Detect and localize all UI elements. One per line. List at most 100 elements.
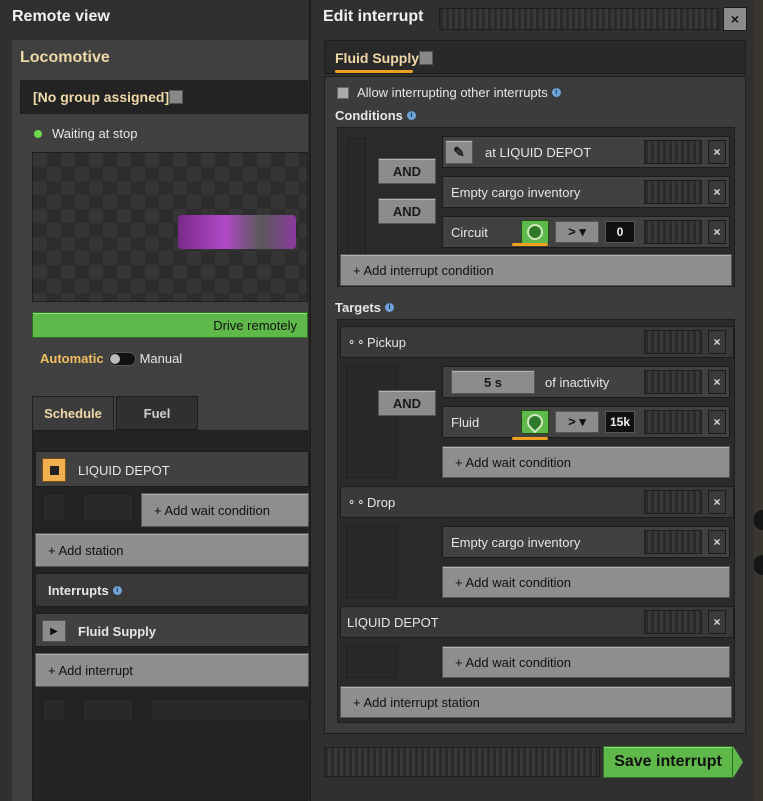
empty-slot: [348, 138, 366, 268]
and-button[interactable]: AND: [378, 390, 436, 416]
locomotive-panel: Locomotive [No group assigned] Waiting a…: [12, 40, 309, 801]
condition-text: of inactivity: [545, 374, 610, 390]
empty-slot: [83, 699, 133, 721]
empty-slot: [43, 493, 65, 521]
drag-handle[interactable]: [644, 370, 702, 394]
drag-handle[interactable]: [439, 8, 719, 30]
drag-handle[interactable]: [644, 410, 702, 434]
add-interrupt-station-button[interactable]: + Add interrupt station: [340, 686, 732, 718]
save-arrow-icon: [733, 746, 743, 778]
pencil-icon[interactable]: ✎: [445, 140, 473, 164]
info-icon: i: [406, 111, 416, 120]
empty-slot: [151, 699, 309, 721]
drag-handle[interactable]: [644, 530, 702, 554]
map-marker: [753, 510, 763, 530]
locomotive-image: [178, 215, 296, 249]
add-wait-condition-button[interactable]: + Add wait condition: [442, 566, 730, 598]
comparator-select[interactable]: > ▾: [555, 411, 599, 433]
close-icon[interactable]: ×: [708, 180, 726, 204]
group-bar: [No group assigned]: [20, 80, 308, 114]
conditions-header: Conditions i: [335, 108, 416, 123]
drag-handle[interactable]: [644, 140, 702, 164]
edit-group-icon[interactable]: [169, 90, 183, 104]
mode-toggle[interactable]: [107, 351, 136, 366]
close-icon[interactable]: ×: [708, 610, 726, 634]
add-interrupt-button[interactable]: + Add interrupt: [35, 653, 309, 687]
tab-fuel[interactable]: Fuel: [116, 396, 198, 430]
edit-name-icon[interactable]: [419, 51, 433, 65]
status-text: Waiting at stop: [52, 126, 138, 141]
drag-handle[interactable]: [644, 610, 702, 634]
status-row: Waiting at stop: [34, 126, 138, 141]
group-label: [No group assigned]: [33, 89, 170, 105]
drag-handle[interactable]: [644, 330, 702, 354]
drag-handle[interactable]: [644, 220, 702, 244]
circuit-signal-icon: [527, 224, 543, 240]
highlight-underline: [512, 437, 548, 440]
drag-handle[interactable]: [644, 180, 702, 204]
value-input[interactable]: 15k: [605, 411, 635, 433]
signal-slot[interactable]: [521, 220, 549, 244]
highlight-underline: [335, 70, 413, 73]
interrupt-body: Allow interrupting other interrupts i Co…: [324, 76, 746, 734]
fluid-signal-icon: [523, 410, 547, 434]
footer-drag-handle[interactable]: [324, 747, 600, 777]
add-station-button[interactable]: + Add station: [35, 533, 309, 567]
tab-schedule[interactable]: Schedule: [32, 396, 114, 430]
add-interrupt-condition-button[interactable]: + Add interrupt condition: [340, 254, 732, 286]
mode-automatic-label: Automatic: [40, 351, 104, 366]
window-title: Remote view: [12, 8, 110, 25]
value-input[interactable]: 0: [605, 221, 635, 243]
save-interrupt-button[interactable]: Save interrupt: [603, 746, 733, 778]
close-icon[interactable]: ×: [708, 410, 726, 434]
add-wait-condition-button[interactable]: + Add wait condition: [442, 446, 730, 478]
empty-slot: [83, 493, 133, 521]
info-icon: i: [112, 585, 122, 595]
allow-interrupting-row[interactable]: Allow interrupting other interrupts i: [337, 85, 561, 100]
and-button[interactable]: AND: [378, 158, 436, 184]
remote-view-window: Remote view Locomotive [No group assigne…: [0, 0, 330, 801]
condition-text: at LIQUID DEPOT: [485, 144, 592, 160]
close-icon[interactable]: ×: [708, 220, 726, 244]
close-icon[interactable]: ×: [708, 330, 726, 354]
station-row[interactable]: LIQUID DEPOT: [35, 451, 309, 487]
close-icon[interactable]: ×: [723, 7, 747, 31]
highlight-underline: [512, 243, 548, 246]
mode-manual-label: Manual: [139, 351, 183, 366]
target-name: LIQUID DEPOT: [347, 615, 439, 630]
temporary-station-icon: ⚬⚬: [347, 337, 366, 349]
allow-interrupting-label: Allow interrupting other interrupts: [357, 85, 548, 100]
close-icon[interactable]: ×: [708, 370, 726, 394]
close-icon[interactable]: ×: [708, 490, 726, 514]
status-dot-icon: [34, 129, 42, 138]
targets-header: Targets i: [335, 300, 394, 315]
camera-view[interactable]: [32, 152, 308, 302]
interrupts-label: Interrupts: [48, 582, 109, 598]
target-name: Drop: [367, 495, 396, 510]
schedule-list: LIQUID DEPOT + Add wait condition + Add …: [32, 430, 309, 801]
info-icon: i: [551, 88, 561, 97]
allow-interrupting-checkbox[interactable]: [337, 86, 349, 99]
drag-handle[interactable]: [644, 490, 702, 514]
add-wait-condition-button[interactable]: + Add wait condition: [141, 493, 309, 527]
and-button[interactable]: AND: [378, 198, 436, 224]
add-wait-condition-button[interactable]: + Add wait condition: [442, 646, 730, 678]
station-stop-icon[interactable]: [42, 458, 66, 482]
targets-card: ⚬⚬ Pickup × AND 5 s of inactivity Fluid …: [337, 319, 735, 723]
empty-slot: [346, 526, 396, 598]
close-icon[interactable]: ×: [708, 530, 726, 554]
comparator-select[interactable]: > ▾: [555, 221, 599, 243]
inactivity-value[interactable]: 5 s: [451, 370, 535, 394]
interrupt-name: Fluid Supply: [78, 624, 156, 639]
empty-slot: [346, 646, 396, 678]
interrupt-name-title: Fluid Supply: [335, 50, 419, 66]
signal-slot[interactable]: [521, 410, 549, 434]
drive-remotely-button[interactable]: Drive remotely: [32, 312, 308, 338]
close-icon[interactable]: ×: [708, 140, 726, 164]
mode-switch[interactable]: Automatic Manual: [40, 351, 182, 366]
interrupt-row[interactable]: ▶ Fluid Supply: [35, 613, 309, 647]
window-title: Edit interrupt: [323, 8, 424, 25]
locomotive-title: Locomotive: [20, 49, 110, 66]
condition-text: Circuit: [451, 224, 488, 240]
play-icon[interactable]: ▶: [42, 620, 66, 642]
